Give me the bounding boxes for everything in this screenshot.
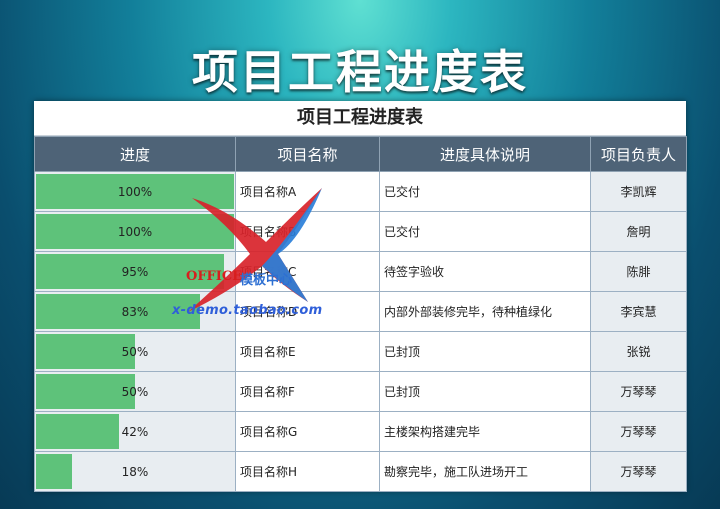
watermark-brand-cn: 模板中心: [240, 273, 293, 288]
project-name-cell: 项目名称A: [235, 171, 380, 212]
header-description: 进度具体说明: [379, 136, 591, 172]
progress-label: 18%: [121, 464, 149, 479]
owner-cell: 万琴琴: [590, 451, 687, 492]
project-name-cell: 项目名称G: [235, 411, 380, 452]
banner-title: 项目工程进度表: [192, 45, 528, 99]
progress-label: 100%: [117, 184, 153, 199]
description-cell: 勘察完毕，施工队进场开工: [379, 451, 591, 492]
progress-cell: 42%: [34, 411, 236, 452]
progress-cell: 50%: [34, 331, 236, 372]
owner-cell: 万琴琴: [590, 371, 687, 412]
progress-label: 100%: [117, 224, 153, 239]
table-row: 18% 项目名称H 勘察完毕，施工队进场开工 万琴琴: [34, 451, 687, 492]
progress-table: 进度 项目名称 进度具体说明 项目负责人 100% 项目名称A 已交付 李凯辉 100%…: [34, 136, 687, 492]
progress-cell: 50%: [34, 371, 236, 412]
table-row: 50% 项目名称E 已封顶 张锐: [34, 331, 687, 372]
progress-label: 42%: [121, 424, 149, 439]
project-name-cell: 项目名称E: [235, 331, 380, 372]
table-row: 42% 项目名称G 主楼架构搭建完毕 万琴琴: [34, 411, 687, 452]
sheet-title: 项目工程进度表: [34, 101, 686, 136]
table-row: 100% 项目名称A 已交付 李凯辉: [34, 171, 687, 212]
progress-sheet: 项目工程进度表 进度 项目名称 进度具体说明 项目负责人 100% 项目名称A 已交…: [34, 101, 687, 492]
watermark-url: x-demo.taobao.com: [172, 303, 323, 318]
description-cell: 已封顶: [379, 331, 591, 372]
owner-cell: 陈腓: [590, 251, 687, 292]
watermark-brand: OFFICE: [186, 269, 243, 284]
description-cell: 内部外部装修完毕，待种植绿化: [379, 291, 591, 332]
project-name-cell: 项目名称H: [235, 451, 380, 492]
description-cell: 已封顶: [379, 371, 591, 412]
description-cell: 主楼架构搭建完毕: [379, 411, 591, 452]
table-row: 95% 项目名称C 待签字验收 陈腓: [34, 251, 687, 292]
header-owner: 项目负责人: [590, 136, 687, 172]
project-name-cell: 项目名称B: [235, 211, 380, 252]
header-progress: 进度: [34, 136, 236, 172]
table-row: 50% 项目名称F 已封顶 万琴琴: [34, 371, 687, 412]
progress-label: 50%: [121, 384, 149, 399]
description-cell: 待签字验收: [379, 251, 591, 292]
owner-cell: 万琴琴: [590, 411, 687, 452]
description-cell: 已交付: [379, 211, 591, 252]
description-cell: 已交付: [379, 171, 591, 212]
table-row: 83% 项目名称D 内部外部装修完毕，待种植绿化 李宾慧: [34, 291, 687, 332]
owner-cell: 张锐: [590, 331, 687, 372]
progress-cell: 18%: [34, 451, 236, 492]
owner-cell: 李宾慧: [590, 291, 687, 332]
owner-cell: 詹明: [590, 211, 687, 252]
table-header-row: 进度 项目名称 进度具体说明 项目负责人: [34, 136, 687, 172]
progress-cell: 100%: [34, 211, 236, 252]
progress-label: 50%: [121, 344, 149, 359]
header-project-name: 项目名称: [235, 136, 380, 172]
project-name-cell: 项目名称F: [235, 371, 380, 412]
owner-cell: 李凯辉: [590, 171, 687, 212]
progress-cell: 100%: [34, 171, 236, 212]
table-row: 100% 项目名称B 已交付 詹明: [34, 211, 687, 252]
